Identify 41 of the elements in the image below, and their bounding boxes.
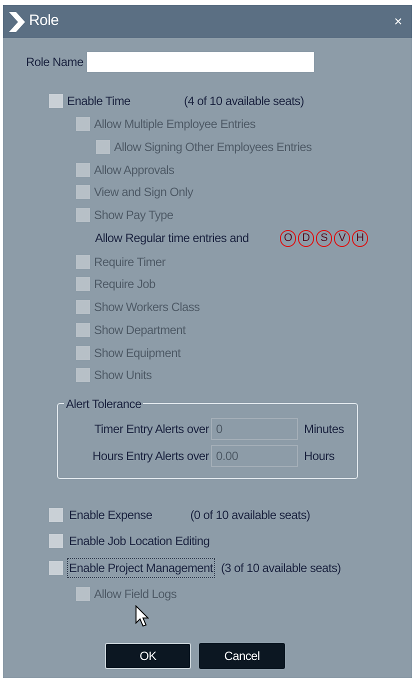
unit-label: Minutes [304, 420, 344, 438]
checkbox[interactable] [49, 508, 63, 522]
checkbox-label: Show Department [94, 322, 186, 339]
seat-count: (4 of 10 available seats) [184, 93, 304, 110]
input-field[interactable] [87, 52, 314, 72]
chevron-logo-icon [9, 12, 25, 32]
checkbox-label: Enable Job Location Editing [68, 533, 211, 550]
checkbox[interactable] [49, 94, 63, 108]
checkbox-label: Show Pay Type [94, 207, 174, 224]
seat-count: (0 of 10 available seats) [190, 506, 310, 524]
checkbox-label: Show Workers Class [94, 299, 200, 316]
pay-code: D [298, 230, 314, 247]
field-label: Hours Entry Alerts over [92, 448, 209, 465]
field-label: Role Name [26, 54, 84, 71]
ok-button[interactable]: OK [105, 643, 191, 669]
close-button[interactable]: × [394, 11, 402, 32]
pay-code: S [316, 230, 332, 247]
checkbox-label: Show Units [94, 367, 152, 384]
window-title: Role [29, 11, 59, 32]
checkbox-label: View and Sign Only [94, 184, 194, 202]
field-label: Timer Entry Alerts over [93, 420, 209, 438]
pay-code: O [280, 230, 296, 247]
seat-count: (3 of 10 available seats) [220, 560, 341, 577]
cancel-button[interactable]: Cancel [199, 643, 285, 669]
pay-code: V [334, 230, 350, 247]
option-label: Allow Regular time entries and [95, 230, 250, 248]
checkbox-label: Require Timer [94, 254, 166, 271]
checkbox-label: Show Equipment [94, 344, 181, 362]
checkbox-label: Allow Approvals [94, 162, 174, 179]
checkbox-label: Enable Project Management [67, 558, 215, 578]
checkbox[interactable] [49, 534, 63, 548]
checkbox-label: Allow Field Logs [94, 586, 177, 604]
checkbox-label: Allow Multiple Employee Entries [94, 116, 256, 134]
unit-label: Hours [304, 448, 335, 465]
checkbox-label: Allow Signing Other Employees Entries [114, 139, 312, 156]
mouse-pointer-icon [135, 605, 149, 627]
checkbox-label: Require Job [94, 276, 156, 294]
checkbox[interactable] [49, 560, 63, 575]
pay-code: H [352, 230, 368, 247]
checkbox-label: Enable Time [67, 93, 132, 110]
checkbox-label: Enable Expense [68, 506, 154, 524]
